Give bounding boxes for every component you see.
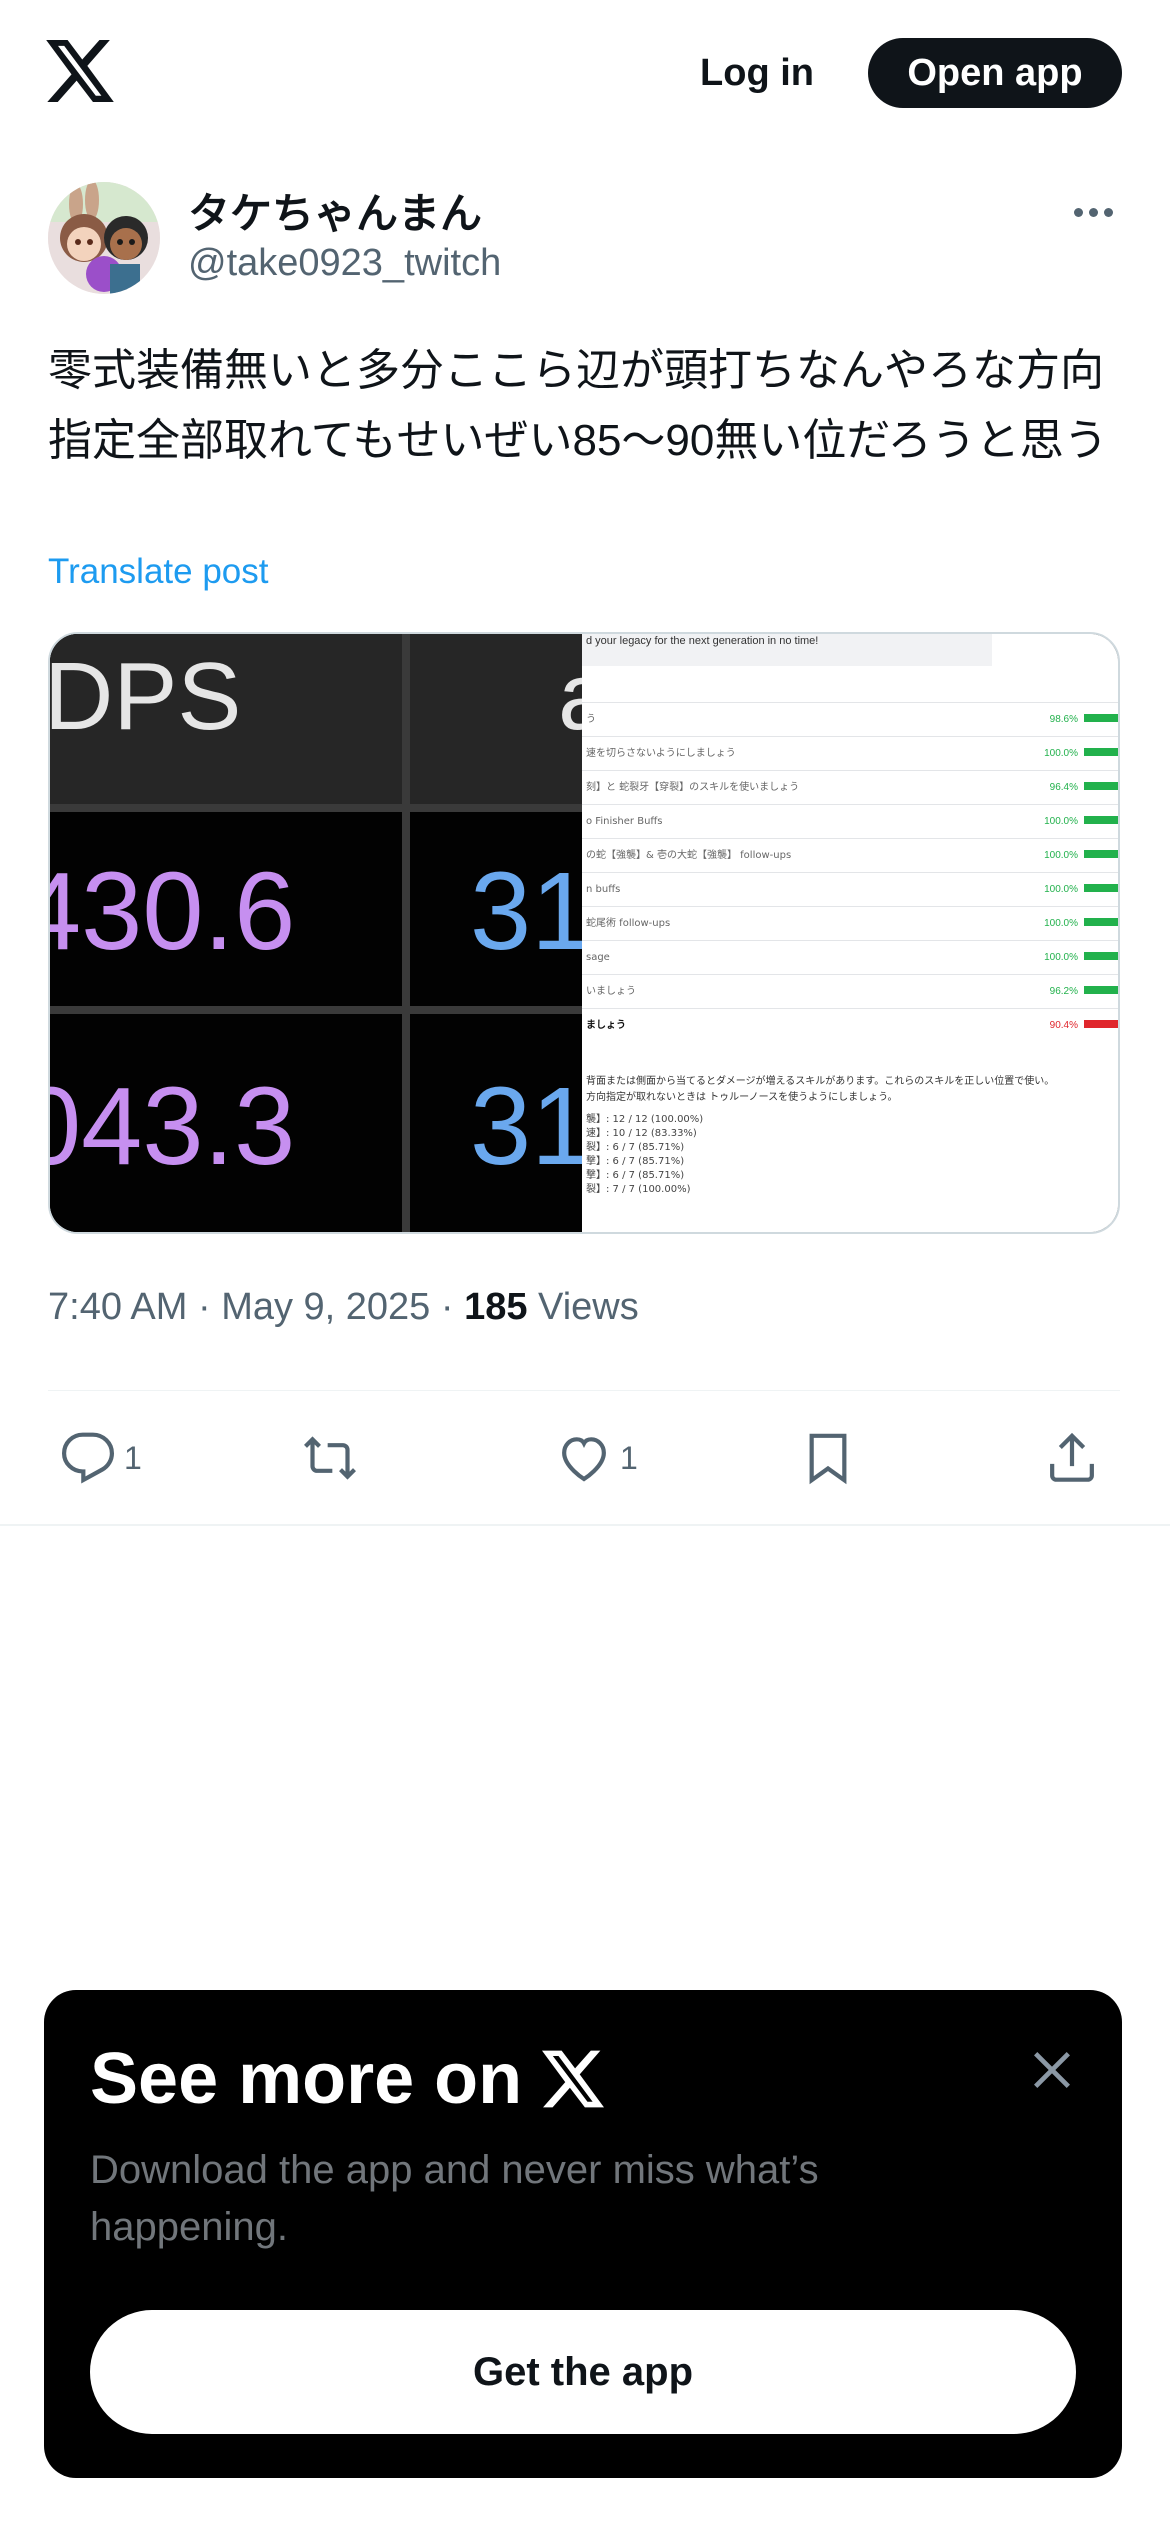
- analysis-row-percent: 90.4%: [1050, 1020, 1078, 1031]
- analysis-row-percent: 100.0%: [1044, 918, 1078, 929]
- analysis-row-divider: [582, 702, 1118, 703]
- analysis-row-label: の蛇【強襲】& 壱の大蛇【強襲】 follow-ups: [586, 848, 791, 861]
- analysis-row-percent: 98.6%: [1050, 714, 1078, 725]
- analysis-row-bar: [1084, 782, 1118, 790]
- analysis-row-percent: 96.4%: [1050, 782, 1078, 793]
- author-name[interactable]: タケちゃんまん: [188, 180, 482, 241]
- author-handle[interactable]: @take0923_twitch: [188, 242, 501, 285]
- analysis-note-1: 背面または側面から当てるとダメージが増えるスキルがあります。これらのスキルを正し…: [586, 1074, 1054, 1087]
- see-more-promo: See more on Download the app and never m…: [44, 1990, 1122, 2478]
- analysis-row-bar: [1084, 884, 1118, 892]
- share-button[interactable]: [1044, 1428, 1100, 1488]
- analysis-row-bar: [1084, 1020, 1118, 1028]
- analysis-row-bar: [1084, 714, 1118, 722]
- analysis-row-label: いましょう: [586, 985, 636, 997]
- post-text: 零式装備無いと多分ここら辺が頭打ちなんやろな方向指定全部取れてもせいぜい85〜9…: [48, 346, 1108, 465]
- x-logo-icon[interactable]: [46, 40, 114, 102]
- like-button[interactable]: 1: [556, 1428, 638, 1488]
- divider: [48, 1390, 1120, 1391]
- dps-header: DPS: [50, 643, 241, 750]
- analysis-row-percent: 100.0%: [1044, 952, 1078, 963]
- analysis-stat-line: 撃】: 6 / 7 (85.71%): [586, 1168, 684, 1181]
- views-count: 185: [464, 1286, 528, 1328]
- like-icon: [562, 1437, 606, 1482]
- bookmark-button[interactable]: [800, 1428, 856, 1488]
- analysis-stat-line: 襲】: 12 / 12 (100.00%): [586, 1112, 703, 1125]
- promo-title: See more on: [90, 2038, 605, 2120]
- share-icon: [1050, 1432, 1094, 1482]
- analysis-row-label: 蛇尾術 follow-ups: [586, 916, 670, 929]
- analysis-row-bar: [1084, 850, 1118, 858]
- analysis-row-label: 速を切らさないようにしましょう: [586, 747, 736, 759]
- more-icon[interactable]: [1068, 200, 1118, 224]
- reply-button[interactable]: 1: [60, 1428, 142, 1488]
- translate-post-link[interactable]: Translate post: [48, 552, 268, 592]
- analysis-stat-line: 裂】: 6 / 7 (85.71%): [586, 1140, 684, 1153]
- analysis-row-percent: 96.2%: [1050, 986, 1078, 997]
- post-media[interactable]: DPS a 430.6 31 043.3 31 d your legacy fo…: [48, 632, 1120, 1234]
- dps-row2: 043.3: [50, 1065, 295, 1188]
- analysis-row-divider: [582, 770, 1118, 771]
- top-bar: Log in Open app: [0, 0, 1170, 145]
- analysis-row-divider: [582, 838, 1118, 839]
- analysis-row-percent: 100.0%: [1044, 748, 1078, 759]
- analysis-row-divider: [582, 906, 1118, 907]
- analysis-stat-line: 裂】: 7 / 7 (100.00%): [586, 1182, 691, 1195]
- dps-row1b: 31: [470, 850, 582, 973]
- analysis-row-label: n buffs: [586, 884, 620, 895]
- analysis-row-divider: [582, 1008, 1118, 1009]
- repost-button[interactable]: [302, 1428, 358, 1488]
- analysis-row-divider: [582, 940, 1118, 941]
- analysis-row-label: ましょう: [586, 1019, 626, 1031]
- promo-subtitle: Download the app and never miss what’s h…: [90, 2148, 819, 2249]
- reply-count: 1: [124, 1439, 142, 1476]
- analysis-row-divider: [582, 736, 1118, 737]
- analysis-row-label: う: [586, 713, 596, 725]
- analysis-stat-line: 速】: 10 / 12 (83.33%): [586, 1127, 697, 1139]
- analysis-row-divider: [582, 872, 1118, 873]
- analysis-row-percent: 100.0%: [1044, 816, 1078, 827]
- divider: [0, 1524, 1170, 1526]
- analysis-row-divider: [582, 804, 1118, 805]
- analysis-row-label: sage: [586, 952, 610, 963]
- media-image-dps[interactable]: DPS a 430.6 31 043.3 31: [50, 634, 582, 1232]
- analysis-row-divider: [582, 974, 1118, 975]
- analysis-row-bar: [1084, 748, 1118, 756]
- avatar[interactable]: [48, 182, 160, 294]
- analysis-stat-line: 撃】: 6 / 7 (85.71%): [586, 1154, 684, 1167]
- bookmark-icon: [809, 1433, 847, 1485]
- analysis-row-percent: 100.0%: [1044, 884, 1078, 895]
- post-timestamp[interactable]: 7:40 AM · May 9, 2025 ·: [48, 1286, 464, 1328]
- dps-header-2: a: [558, 643, 582, 750]
- analysis-row-bar: [1084, 986, 1118, 994]
- analysis-row-bar: [1084, 952, 1118, 960]
- dps-row1: 430.6: [50, 850, 295, 973]
- repost-icon: [304, 1436, 356, 1480]
- close-icon[interactable]: [1024, 2042, 1080, 2098]
- views-label: Views: [527, 1286, 639, 1328]
- login-button[interactable]: Log in: [672, 38, 842, 108]
- analysis-row-label: o Finisher Buffs: [586, 816, 663, 827]
- analysis-note-2: 方向指定が取れないときは トゥルーノースを使うようにしましょう。: [586, 1090, 897, 1103]
- post-meta: 7:40 AM · May 9, 2025 · 185 Views: [48, 1286, 639, 1329]
- open-app-button[interactable]: Open app: [868, 38, 1122, 108]
- get-the-app-button[interactable]: Get the app: [90, 2310, 1076, 2434]
- x-logo-icon: [542, 2050, 605, 2108]
- analysis-row-label: 刻】と 蛇裂牙【穿裂】のスキルを使いましょう: [586, 780, 799, 793]
- like-count: 1: [620, 1439, 638, 1476]
- analysis-row-bar: [1084, 918, 1118, 926]
- analysis-row-percent: 100.0%: [1044, 850, 1078, 861]
- analysis-banner: d your legacy for the next generation in…: [586, 635, 818, 647]
- media-image-analysis[interactable]: d your legacy for the next generation in…: [582, 634, 1118, 1232]
- dps-row2b: 31: [470, 1065, 582, 1188]
- analysis-row-bar: [1084, 816, 1118, 824]
- reply-icon: [61, 1432, 115, 1484]
